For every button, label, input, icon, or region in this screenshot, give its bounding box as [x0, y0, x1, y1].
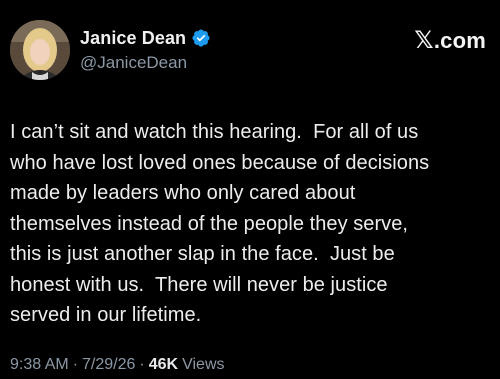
author-name-row: Janice Dean [80, 26, 211, 50]
tweet-card: Janice Dean @JaniceDean 𝕏 .com I can’t s… [0, 0, 500, 379]
author-handle[interactable]: @JaniceDean [80, 53, 187, 73]
tweet-date[interactable]: 7/29/26 [82, 356, 135, 374]
meta-separator: · [139, 356, 145, 373]
author-avatar[interactable] [10, 20, 70, 80]
verified-badge-icon [191, 28, 211, 48]
meta-separator: · [72, 356, 79, 373]
views-count[interactable]: 46K [149, 356, 178, 374]
views-label: Views [182, 356, 225, 373]
brand-logo: 𝕏 .com [414, 26, 486, 55]
author-display-name[interactable]: Janice Dean [80, 28, 186, 49]
x-logo-icon: 𝕏 [414, 27, 434, 54]
avatar-photo [10, 20, 70, 80]
tweet-text: I can’t sit and watch this hearing. For … [10, 121, 430, 326]
tweet-meta: 9:38 AM · 7/29/26 · 46K Views [10, 356, 225, 374]
brand-domain-label: .com [433, 27, 486, 53]
tweet-time[interactable]: 9:38 AM [10, 356, 69, 374]
